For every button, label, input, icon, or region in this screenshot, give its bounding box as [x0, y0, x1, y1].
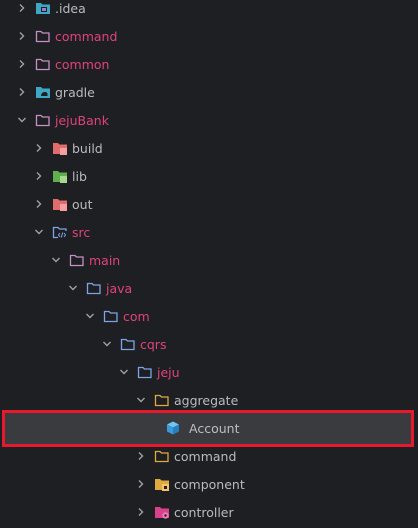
- tree-item-account[interactable]: Account: [0, 414, 418, 442]
- chevron-down-icon[interactable]: [135, 394, 147, 406]
- src-folder-icon: [52, 224, 68, 240]
- tree-item-label: command: [174, 448, 237, 464]
- package-folder-icon: [154, 448, 170, 464]
- chevron-down-icon[interactable]: [101, 338, 113, 350]
- tree-item-out[interactable]: out: [0, 190, 418, 218]
- tree-item-java[interactable]: java: [0, 274, 418, 302]
- tree-item-common[interactable]: common: [0, 50, 418, 78]
- chevron-right-icon[interactable]: [135, 506, 147, 518]
- chevron-down-icon[interactable]: [118, 366, 130, 378]
- tree-item-label: src: [72, 224, 91, 240]
- tree-item-label: cqrs: [140, 336, 167, 352]
- tree-item-label: gradle: [55, 84, 95, 100]
- tree-item-label: build: [72, 140, 103, 156]
- tree-item-build[interactable]: build: [0, 134, 418, 162]
- out-folder-icon: [52, 196, 68, 212]
- project-tree: .idea command common gradle jejuBank bui…: [0, 0, 418, 528]
- chevron-down-icon[interactable]: [16, 114, 28, 126]
- tree-item-label: aggregate: [174, 392, 239, 408]
- tree-item-label: controller: [174, 504, 234, 520]
- chevron-right-icon[interactable]: [16, 30, 28, 42]
- source-root-folder-icon: [86, 280, 102, 296]
- chevron-right-icon[interactable]: [16, 86, 28, 98]
- gradle-folder-icon: [35, 84, 51, 100]
- tree-item-controller[interactable]: controller: [0, 498, 418, 526]
- chevron-down-icon[interactable]: [50, 254, 62, 266]
- tree-item-label: command: [55, 28, 118, 44]
- tree-item-label: component: [174, 476, 245, 492]
- folder-icon: [35, 28, 51, 44]
- tree-item-label: java: [106, 280, 133, 296]
- component-folder-icon: [154, 476, 170, 492]
- chevron-right-icon[interactable]: [16, 58, 28, 70]
- tree-item-idea[interactable]: .idea: [0, 0, 418, 22]
- tree-item-com[interactable]: com: [0, 302, 418, 330]
- chevron-down-icon[interactable]: [67, 282, 79, 294]
- folder-icon: [69, 252, 85, 268]
- tree-item-lib[interactable]: lib: [0, 162, 418, 190]
- folder-icon: [35, 112, 51, 128]
- tree-item-jejubank[interactable]: jejuBank: [0, 106, 418, 134]
- tree-item-src[interactable]: src: [0, 218, 418, 246]
- chevron-down-icon[interactable]: [84, 310, 96, 322]
- tree-item-label: jeju: [157, 364, 180, 380]
- package-folder-icon: [103, 308, 119, 324]
- lib-folder-icon: [52, 168, 68, 184]
- package-folder-icon: [154, 392, 170, 408]
- tree-item-main[interactable]: main: [0, 246, 418, 274]
- tree-item-label: Account: [189, 420, 240, 436]
- tree-item-gradle[interactable]: gradle: [0, 78, 418, 106]
- tree-item-label: .idea: [55, 0, 86, 16]
- java-class-cube-icon: [165, 420, 181, 436]
- tree-item-command[interactable]: command: [0, 22, 418, 50]
- chevron-down-icon[interactable]: [33, 226, 45, 238]
- tree-item-component[interactable]: component: [0, 470, 418, 498]
- package-folder-icon: [137, 364, 153, 380]
- tree-item-cqrs[interactable]: cqrs: [0, 330, 418, 358]
- idea-folder-icon: [35, 0, 51, 16]
- tree-item-label: main: [89, 252, 121, 268]
- build-folder-icon: [52, 140, 68, 156]
- tree-item-label: lib: [72, 168, 87, 184]
- tree-item-label: jejuBank: [55, 112, 109, 128]
- chevron-right-icon[interactable]: [33, 142, 45, 154]
- chevron-right-icon[interactable]: [135, 478, 147, 490]
- folder-icon: [35, 56, 51, 72]
- package-folder-icon: [120, 336, 136, 352]
- chevron-right-icon[interactable]: [135, 450, 147, 462]
- tree-item-label: common: [55, 56, 110, 72]
- tree-item-jeju[interactable]: jeju: [0, 358, 418, 386]
- chevron-right-icon[interactable]: [33, 198, 45, 210]
- tree-item-label: out: [72, 196, 93, 212]
- tree-item-command-package[interactable]: command: [0, 442, 418, 470]
- tree-item-label: com: [123, 308, 150, 324]
- controller-folder-icon: [154, 504, 170, 520]
- chevron-right-icon[interactable]: [33, 170, 45, 182]
- chevron-right-icon[interactable]: [16, 2, 28, 14]
